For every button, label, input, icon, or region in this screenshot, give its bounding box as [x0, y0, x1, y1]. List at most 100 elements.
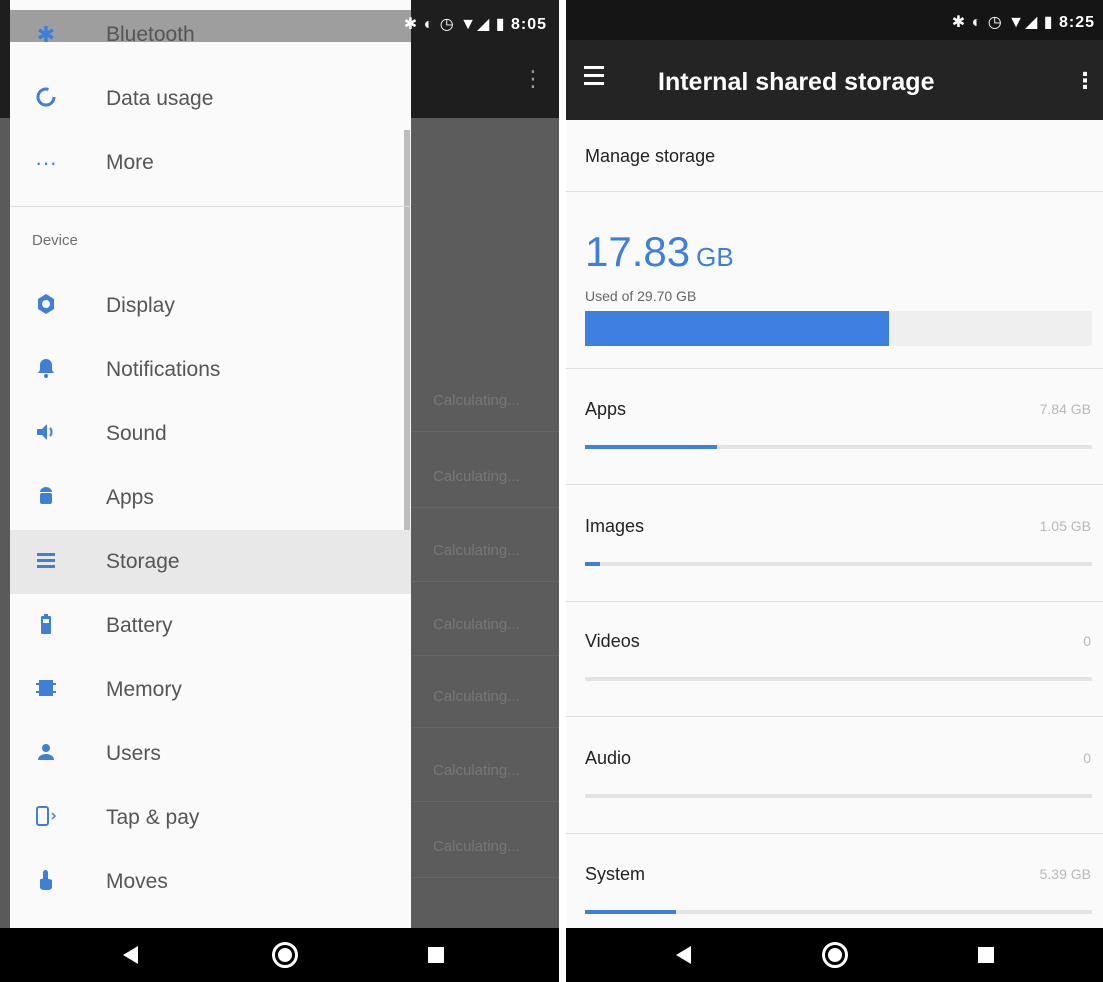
background-row: Calculating...	[411, 444, 559, 508]
background-row: Calculating...	[411, 738, 559, 802]
drawer-item-battery[interactable]: Battery	[10, 594, 411, 658]
home-icon[interactable]	[272, 942, 298, 968]
storage-usage-fill	[585, 311, 890, 346]
category-row-apps[interactable]: Apps 7.84 GB	[566, 369, 1103, 485]
navigation-bar	[0, 928, 559, 982]
drawer-item-label: Battery	[106, 614, 173, 637]
memory-icon	[32, 676, 60, 704]
left-phone-screen: ⋮ Calculating... Calculating... Calculat…	[0, 0, 559, 982]
recents-icon[interactable]	[978, 947, 994, 963]
drawer-item-moves[interactable]: Moves	[10, 850, 411, 914]
background-row: Calculating...	[411, 592, 559, 656]
drawer-item-memory[interactable]: Memory	[10, 658, 411, 722]
display-icon	[32, 292, 60, 320]
category-size: 1.05 GB	[1039, 518, 1091, 534]
status-bar: ✱ ◐ ◷ ▼◢ ▮ 8:25	[566, 0, 1103, 40]
drawer-item-label: Storage	[106, 550, 180, 573]
background-row: Calculating...	[411, 518, 559, 582]
category-name: Apps	[585, 399, 627, 419]
calculating-text: Calculating...	[433, 392, 520, 409]
data-usage-icon	[32, 85, 60, 113]
drawer-divider	[10, 206, 411, 207]
category-size: 0	[1083, 633, 1091, 649]
more-horiz-icon: ···	[35, 150, 57, 175]
bell-icon	[32, 356, 60, 384]
category-row-audio[interactable]: Audio 0	[566, 718, 1103, 834]
manage-storage-label: Manage storage	[585, 146, 716, 166]
calculating-text: Calculating...	[433, 616, 520, 633]
drawer-item-sound[interactable]: Sound	[10, 402, 411, 466]
category-bar	[585, 794, 1092, 798]
category-name: Videos	[585, 631, 640, 651]
drawer-item-data-usage[interactable]: Data usage	[10, 67, 411, 131]
storage-icon	[32, 548, 60, 576]
status-icons: ✱ ◐ ◷ ▼◢ ▮ 8:25	[951, 14, 1095, 31]
menu-icon[interactable]	[584, 66, 610, 92]
android-icon	[32, 484, 60, 512]
right-phone-screen: ✱ ◐ ◷ ▼◢ ▮ 8:25 Internal shared storage …	[566, 0, 1103, 982]
drawer-item-apps[interactable]: Apps	[10, 466, 411, 530]
back-icon[interactable]	[676, 946, 691, 964]
drawer-item-label: Moves	[106, 870, 168, 893]
category-row-videos[interactable]: Videos 0	[566, 601, 1103, 717]
drawer-item-tap-pay[interactable]: Tap & pay	[10, 786, 411, 850]
used-storage-amount: 17.83 GB	[585, 228, 734, 276]
battery-icon	[32, 612, 60, 640]
category-bar	[585, 910, 1092, 914]
drawer-item-display[interactable]: Display	[10, 274, 411, 338]
used-unit: GB	[696, 242, 734, 272]
category-row-images[interactable]: Images 1.05 GB	[566, 486, 1103, 602]
calculating-text: Calculating...	[433, 762, 520, 779]
drawer-item-label: Sound	[106, 422, 167, 445]
overflow-menu-icon[interactable]: ⋮	[522, 68, 544, 90]
category-bar-fill	[585, 562, 601, 566]
used-of-total: Used of 29.70 GB	[585, 288, 697, 304]
drawer-item-label: Notifications	[106, 358, 221, 381]
category-bar-fill	[585, 445, 717, 449]
used-value: 17.83	[585, 228, 691, 275]
drawer-item-label: Users	[106, 742, 161, 765]
background-row: Calculating...	[411, 814, 559, 878]
status-time: 8:05	[510, 16, 547, 33]
storage-usage-bar	[585, 311, 1092, 346]
volume-icon	[32, 420, 60, 448]
drawer-item-users[interactable]: Users	[10, 722, 411, 786]
back-icon[interactable]	[123, 946, 138, 964]
background-row: Calculating...	[411, 664, 559, 728]
category-bar	[585, 677, 1092, 681]
drawer-item-label: Data usage	[106, 87, 214, 110]
drawer-item-notifications[interactable]: Notifications	[10, 338, 411, 402]
category-size: 7.84 GB	[1039, 401, 1091, 417]
app-toolbar: Internal shared storage ⋮	[566, 40, 1103, 120]
category-name: Audio	[585, 748, 632, 768]
drawer-item-storage[interactable]: Storage	[10, 530, 411, 594]
person-icon	[32, 740, 60, 768]
drawer-item-label: More	[106, 151, 154, 174]
navigation-bar	[566, 928, 1103, 982]
calculating-text: Calculating...	[433, 468, 520, 485]
recents-icon[interactable]	[428, 947, 444, 963]
drawer-item-label: Memory	[106, 678, 182, 701]
gesture-icon	[32, 868, 60, 896]
status-time: 8:25	[1058, 14, 1095, 31]
drawer-item-label: Tap & pay	[106, 806, 200, 829]
category-name: Images	[585, 516, 645, 536]
status-bar: ✱ ◐ ◷ ▼◢ ▮ 8:05	[0, 10, 559, 40]
manage-storage-button[interactable]: Manage storage	[566, 120, 1103, 192]
drawer-item-more[interactable]: ··· More	[10, 131, 411, 195]
overflow-menu-icon[interactable]: ⋮	[1074, 70, 1096, 92]
category-bar-fill	[585, 910, 677, 914]
category-size: 5.39 GB	[1039, 866, 1091, 882]
category-bar	[585, 445, 1092, 449]
page-title: Internal shared storage	[658, 68, 935, 96]
drawer-item-label: Apps	[106, 486, 154, 509]
calculating-text: Calculating...	[433, 542, 520, 559]
home-icon[interactable]	[822, 942, 848, 968]
tap-pay-icon	[32, 804, 60, 832]
drawer-section-header: Device	[32, 232, 78, 249]
drawer-item-label: Display	[106, 294, 175, 317]
background-storage-list: Calculating... Calculating... Calculatin…	[411, 118, 559, 928]
navigation-drawer: ✱ Bluetooth Data usage ··· More Device D…	[10, 0, 411, 928]
category-bar	[585, 562, 1092, 566]
background-row: Calculating...	[411, 368, 559, 432]
